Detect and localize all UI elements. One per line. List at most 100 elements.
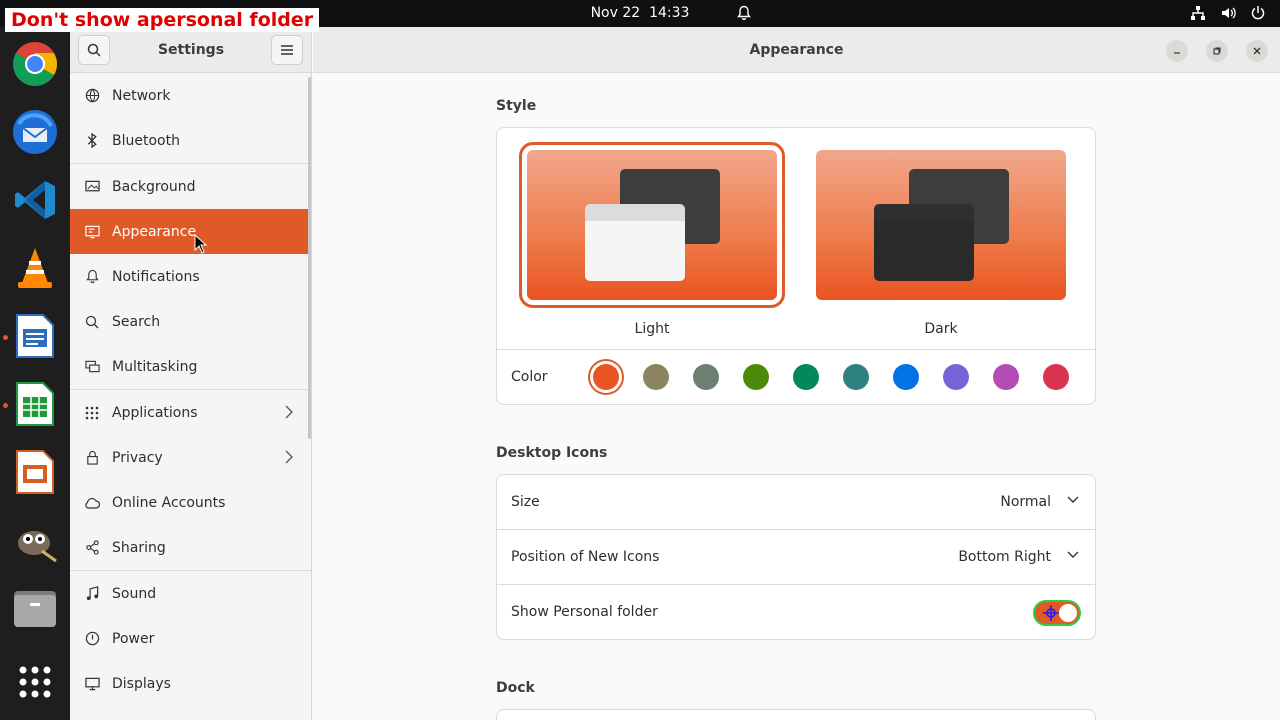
sidebar-item-label: Multitasking [112,358,198,375]
sidebar-item-search[interactable]: Search [70,299,311,344]
sidebar-item-label: Applications [112,404,198,421]
settings-sidebar: Settings Network Bluetooth Background Ap… [70,27,312,720]
sidebar-item-label: Appearance [112,223,197,240]
bell-icon [84,269,100,285]
style-section-title: Style [496,98,537,114]
icon-size-value[interactable]: Normal [1000,475,1051,530]
sidebar-item-applications[interactable]: Applications [70,390,311,435]
page-title: Appearance [749,42,844,58]
color-swatch-red[interactable] [1043,364,1069,390]
vlc-icon[interactable] [10,243,60,293]
light-style-option[interactable] [519,142,785,308]
new-icons-position-label: Position of New Icons [511,549,660,565]
power-icon [84,631,100,647]
icon-size-row[interactable]: Size Normal [497,475,1095,530]
appearance-panel: Appearance Style Light Dark Color Deskto… [313,27,1280,720]
sidebar-list: Network Bluetooth Background Appearance … [70,73,311,706]
globe-icon [84,88,100,104]
show-applications-icon[interactable] [10,657,60,707]
close-icon [1253,47,1261,55]
minimize-button[interactable] [1166,40,1188,62]
new-icons-position-row[interactable]: Position of New Icons Bottom Right [497,530,1095,585]
sidebar-item-bluetooth[interactable]: Bluetooth [70,118,311,163]
color-swatch-bark[interactable] [643,364,669,390]
sidebar-menu-button[interactable] [271,35,303,65]
cloud-icon [84,495,100,511]
notification-bell-icon[interactable] [736,5,752,21]
color-swatch-blue[interactable] [893,364,919,390]
sidebar-header: Settings [70,27,311,73]
volume-icon[interactable] [1220,5,1236,21]
crosshair-marker-icon [1043,605,1059,621]
close-button[interactable] [1246,40,1268,62]
power-menu-icon[interactable] [1250,5,1266,21]
color-swatch-olive[interactable] [743,364,769,390]
color-swatch-purple[interactable] [943,364,969,390]
sidebar-item-displays[interactable]: Displays [70,661,311,706]
maximize-button[interactable] [1206,40,1228,62]
sidebar-item-background[interactable]: Background [70,164,311,209]
appearance-icon [84,224,100,240]
chrome-icon[interactable] [10,39,60,89]
network-wired-icon[interactable] [1190,5,1206,21]
sidebar-scrollbar[interactable] [308,77,311,439]
libreoffice-impress-icon[interactable] [10,447,60,497]
dock-card [496,709,1096,720]
minimize-icon [1174,52,1180,54]
preview-front-window-light [585,204,685,281]
color-swatch-viridian[interactable] [793,364,819,390]
sidebar-item-sound[interactable]: Sound [70,571,311,616]
share-icon [84,540,100,556]
accent-color-row: Color [497,349,1095,405]
libreoffice-writer-icon[interactable] [10,311,60,361]
chevron-right-icon [285,450,293,464]
sidebar-item-label: Online Accounts [112,494,226,511]
sidebar-item-label: Displays [112,675,171,692]
sidebar-item-multitasking[interactable]: Multitasking [70,344,311,389]
vscode-icon[interactable] [10,175,60,225]
sidebar-item-online-accounts[interactable]: Online Accounts [70,480,311,525]
color-swatch-prussian-green[interactable] [843,364,869,390]
sidebar-item-label: Sharing [112,539,166,556]
sidebar-item-network[interactable]: Network [70,73,311,118]
show-personal-folder-label: Show Personal folder [511,604,658,620]
sidebar-item-label: Power [112,630,155,647]
display-icon [84,676,100,692]
sidebar-item-power[interactable]: Power [70,616,311,661]
music-note-icon [84,586,100,602]
style-card: Light Dark Color [496,127,1096,405]
restore-icon [1213,47,1221,55]
show-personal-folder-toggle[interactable] [1033,600,1081,626]
dark-style-option[interactable] [816,150,1066,300]
sidebar-item-privacy[interactable]: Privacy [70,435,311,480]
lock-icon [84,450,100,466]
dark-style-label: Dark [924,321,958,337]
toggle-knob [1059,604,1077,622]
sidebar-item-appearance[interactable]: Appearance [70,209,311,254]
search-icon [84,314,100,330]
dock-section-title: Dock [496,680,535,696]
multitasking-icon [84,359,100,375]
monitor-icon [84,179,100,195]
new-icons-position-value[interactable]: Bottom Right [958,530,1051,585]
color-swatch-magenta[interactable] [993,364,1019,390]
color-swatch-sage[interactable] [693,364,719,390]
task-instruction-label: Don't show apersonal folder [5,8,320,32]
chevron-down-icon[interactable] [1067,496,1079,504]
gimp-icon[interactable] [10,515,60,565]
color-swatch-orange[interactable] [593,364,619,390]
sidebar-item-label: Bluetooth [112,132,180,149]
icon-size-label: Size [511,494,540,510]
sidebar-item-notifications[interactable]: Notifications [70,254,311,299]
desktop-icons-card: Size Normal Position of New Icons Bottom… [496,474,1096,640]
libreoffice-calc-icon[interactable] [10,379,60,429]
sidebar-item-sharing[interactable]: Sharing [70,525,311,570]
chevron-down-icon[interactable] [1067,551,1079,559]
sidebar-item-label: Sound [112,585,157,602]
files-icon[interactable] [10,583,60,633]
sidebar-item-label: Background [112,178,196,195]
panel-header: Appearance [313,27,1280,73]
thunderbird-icon[interactable] [10,107,60,157]
preview-front-window-dark [874,204,974,281]
light-style-label: Light [634,321,670,337]
